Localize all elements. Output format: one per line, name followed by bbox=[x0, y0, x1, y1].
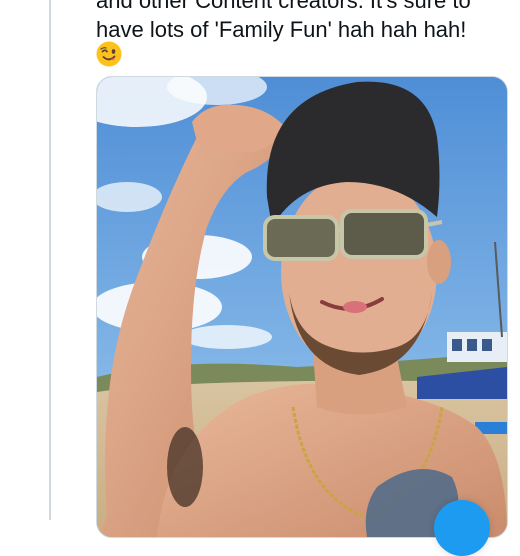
beach-selfie-photo bbox=[97, 77, 507, 537]
compose-tweet-button[interactable] bbox=[434, 500, 490, 556]
winking-face-emoji-icon bbox=[96, 41, 122, 67]
tweet-text-line-1: and other Content creators. It's sure to bbox=[96, 0, 471, 13]
thread-connector-line bbox=[49, 0, 51, 520]
tweet-text: and other Content creators. It's sure to… bbox=[96, 0, 506, 44]
tweet-photo[interactable] bbox=[96, 76, 508, 538]
tweet-text-line-2: have lots of 'Family Fun' hah hah hah! bbox=[96, 17, 467, 42]
